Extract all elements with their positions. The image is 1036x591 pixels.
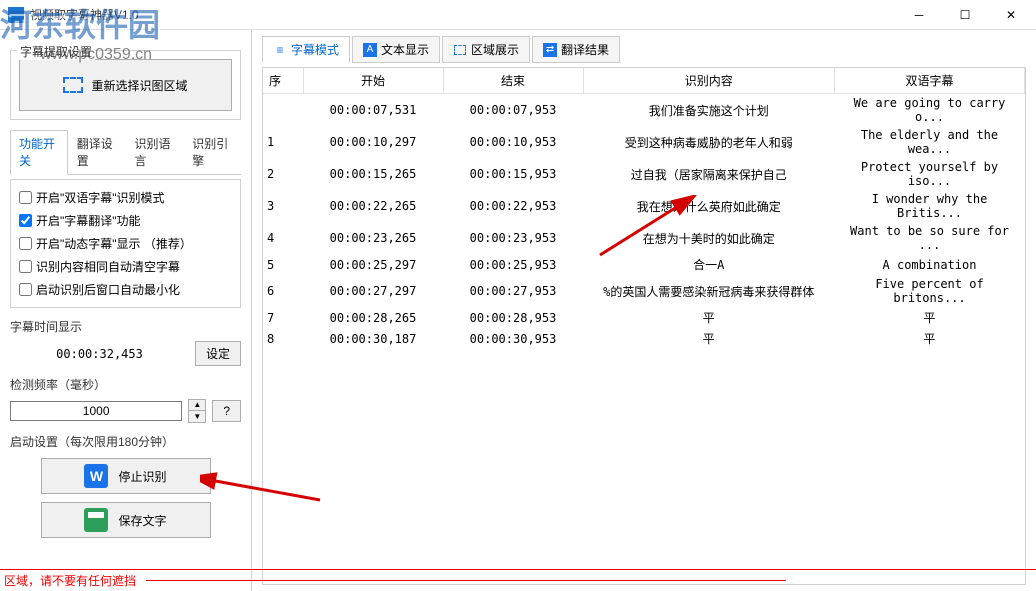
sidebar-tabs: 功能开关 翻译设置 识别语言 识别引擎: [10, 130, 241, 175]
tab-region-display[interactable]: 区域展示: [442, 36, 530, 63]
freq-up-button[interactable]: ▲: [189, 400, 205, 411]
tab-recog-lang[interactable]: 识别语言: [126, 130, 184, 174]
time-display-value: 00:00:32,453: [10, 344, 189, 364]
check-bilingual-mode[interactable]: 开启"双语字幕"识别模式: [19, 186, 232, 209]
table-row[interactable]: 400:00:23,26500:00:23,953在想为十美时的如此确定Want…: [263, 222, 1025, 254]
tab-recog-engine[interactable]: 识别引擎: [183, 130, 241, 174]
save-label: 保存文字: [118, 512, 166, 529]
content-tabs: ≡ 字幕模式 A 文本显示 区域展示 ⇄ 翻译结果: [262, 36, 1026, 63]
freq-help-button[interactable]: ?: [212, 400, 241, 422]
list-icon: ≡: [273, 43, 287, 57]
table-row[interactable]: 300:00:22,26500:00:22,953我在想为什么英府如此确定I w…: [263, 190, 1025, 222]
frequency-input[interactable]: [10, 401, 182, 421]
stop-label: 停止识别: [118, 468, 166, 485]
checkbox-translate[interactable]: [19, 214, 32, 227]
region-icon: [453, 43, 467, 57]
checkbox-panel: 开启"双语字幕"识别模式 开启"字幕翻译"功能 开启"动态字幕"显示 （推荐） …: [10, 179, 241, 308]
col-start[interactable]: 开始: [303, 68, 443, 94]
col-end[interactable]: 结束: [443, 68, 583, 94]
table-row[interactable]: 800:00:30,18700:00:30,953平平: [263, 328, 1025, 349]
time-display-label: 字幕时间显示: [10, 318, 241, 335]
check-dynamic[interactable]: 开启"动态字幕"显示 （推荐）: [19, 232, 232, 255]
extract-settings-group: 字幕提取设置 重新选择识图区域: [10, 50, 241, 120]
text-a-icon: A: [363, 43, 377, 57]
stop-recognition-button[interactable]: W 停止识别: [41, 458, 211, 494]
app-icon: [8, 7, 24, 23]
checkbox-autoclear[interactable]: [19, 260, 32, 273]
tab-text-display[interactable]: A 文本显示: [352, 36, 440, 63]
set-time-button[interactable]: 设定: [195, 341, 241, 366]
dashed-rect-icon: [63, 77, 83, 93]
footer-text: 区域，请不要有任何遮挡: [4, 572, 136, 589]
checkbox-bilingual[interactable]: [19, 191, 32, 204]
footer-line: [146, 580, 786, 581]
tab-subtitle-mode[interactable]: ≡ 字幕模式: [262, 36, 350, 63]
subtitle-table-wrap[interactable]: 序 开始 结束 识别内容 双语字幕 00:00:07,53100:00:07,9…: [262, 67, 1026, 585]
checkbox-minimize[interactable]: [19, 283, 32, 296]
check-minimize[interactable]: 启动识别后窗口自动最小化: [19, 278, 232, 301]
maximize-button[interactable]: ☐: [942, 0, 988, 30]
tab-function-switch[interactable]: 功能开关: [10, 130, 68, 175]
save-text-button[interactable]: 保存文字: [41, 502, 211, 538]
window-controls: ─ ☐ ✕: [896, 0, 1034, 30]
tab-translate-result[interactable]: ⇄ 翻译结果: [532, 36, 620, 63]
table-row[interactable]: 600:00:27,29700:00:27,953%的英国人需要感染新冠病毒来获…: [263, 275, 1025, 307]
table-row[interactable]: 200:00:15,26500:00:15,953过自我（居家隔离来保护自己Pr…: [263, 158, 1025, 190]
close-button[interactable]: ✕: [988, 0, 1034, 30]
footer-warning: 区域，请不要有任何遮挡: [0, 569, 1036, 591]
window-title: 视频取字幕神器V1.0: [30, 6, 896, 23]
reselect-region-button[interactable]: 重新选择识图区域: [19, 59, 232, 111]
minimize-button[interactable]: ─: [896, 0, 942, 30]
freq-label: 检测频率（毫秒）: [10, 376, 241, 393]
freq-down-button[interactable]: ▼: [189, 411, 205, 422]
table-row[interactable]: 700:00:28,26500:00:28,953平平: [263, 307, 1025, 328]
table-row[interactable]: 100:00:10,29700:00:10,953受到这种病毒威胁的老年人和弱T…: [263, 126, 1025, 158]
table-row[interactable]: 500:00:25,29700:00:25,953合一AA combinatio…: [263, 254, 1025, 275]
sidebar: 字幕提取设置 重新选择识图区域 功能开关 翻译设置 识别语言 识别引擎 开启"双…: [0, 30, 252, 591]
col-content[interactable]: 识别内容: [583, 68, 835, 94]
check-autoclear[interactable]: 识别内容相同自动清空字幕: [19, 255, 232, 278]
subtitle-table: 序 开始 结束 识别内容 双语字幕 00:00:07,53100:00:07,9…: [263, 68, 1025, 349]
extract-group-label: 字幕提取设置: [17, 43, 95, 60]
w-icon: W: [84, 464, 108, 488]
startup-label: 启动设置（每次限用180分钟）: [10, 433, 241, 450]
translate-icon: ⇄: [543, 43, 557, 57]
reselect-label: 重新选择识图区域: [91, 77, 187, 94]
save-icon: [84, 508, 108, 532]
tab-translate-settings[interactable]: 翻译设置: [68, 130, 126, 174]
check-translate[interactable]: 开启"字幕翻译"功能: [19, 209, 232, 232]
col-bilingual[interactable]: 双语字幕: [835, 68, 1025, 94]
titlebar: 视频取字幕神器V1.0 ─ ☐ ✕: [0, 0, 1036, 30]
table-row[interactable]: 00:00:07,53100:00:07,953我们准备实施这个计划We are…: [263, 94, 1025, 127]
checkbox-dynamic[interactable]: [19, 237, 32, 250]
content-area: ≡ 字幕模式 A 文本显示 区域展示 ⇄ 翻译结果 序 开始: [252, 30, 1036, 591]
col-seq[interactable]: 序: [263, 68, 303, 94]
